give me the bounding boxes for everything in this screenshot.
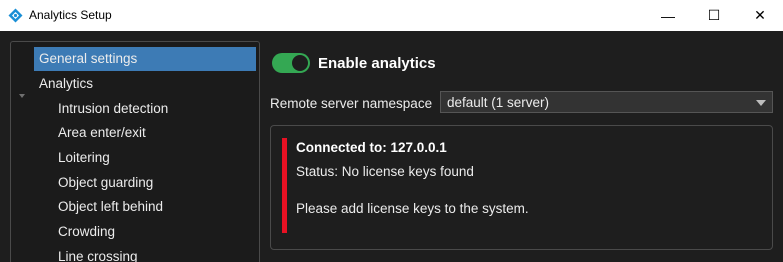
toggle-knob: [292, 55, 308, 71]
diamond-app-icon: [8, 8, 23, 23]
tree-item-crowding[interactable]: Crowding: [58, 220, 115, 244]
dialog-content: General settings Analytics Intrusion det…: [0, 31, 783, 262]
tree-item-analytics[interactable]: Analytics: [39, 72, 93, 96]
namespace-dropdown[interactable]: default (1 server): [440, 91, 773, 113]
connection-status-box: Connected to: 127.0.0.1 Status: No licen…: [270, 125, 773, 250]
tree-item-intrusion-detection[interactable]: Intrusion detection: [58, 97, 168, 121]
error-indicator-bar: [282, 138, 287, 233]
license-message: Please add license keys to the system.: [296, 201, 529, 216]
chevron-down-icon: [756, 100, 766, 106]
tree-item-object-left-behind[interactable]: Object left behind: [58, 195, 163, 219]
close-button[interactable]: ✕: [737, 0, 783, 31]
window-title: Analytics Setup: [29, 8, 112, 22]
enable-analytics-toggle[interactable]: [272, 53, 310, 73]
tree-item-loitering[interactable]: Loitering: [58, 146, 110, 170]
close-icon: ✕: [754, 7, 766, 23]
namespace-value: default (1 server): [447, 95, 550, 110]
settings-tree: General settings Analytics Intrusion det…: [10, 41, 260, 262]
title-bar: Analytics Setup — ☐ ✕: [0, 0, 783, 31]
minimize-icon: —: [661, 7, 675, 24]
maximize-button[interactable]: ☐: [691, 0, 737, 31]
tree-item-line-crossing[interactable]: Line crossing: [58, 245, 138, 262]
tree-item-general-settings[interactable]: General settings: [34, 47, 256, 71]
enable-analytics-label: Enable analytics: [318, 55, 436, 72]
namespace-label: Remote server namespace: [270, 96, 433, 111]
tree-item-object-guarding[interactable]: Object guarding: [58, 171, 153, 195]
connected-to-text: Connected to: 127.0.0.1: [296, 140, 447, 155]
minimize-button[interactable]: —: [645, 0, 691, 31]
tree-item-area-enter-exit[interactable]: Area enter/exit: [58, 121, 146, 145]
expand-arrow-icon[interactable]: [19, 94, 25, 98]
maximize-icon: ☐: [707, 7, 721, 23]
status-text: Status: No license keys found: [296, 164, 474, 179]
